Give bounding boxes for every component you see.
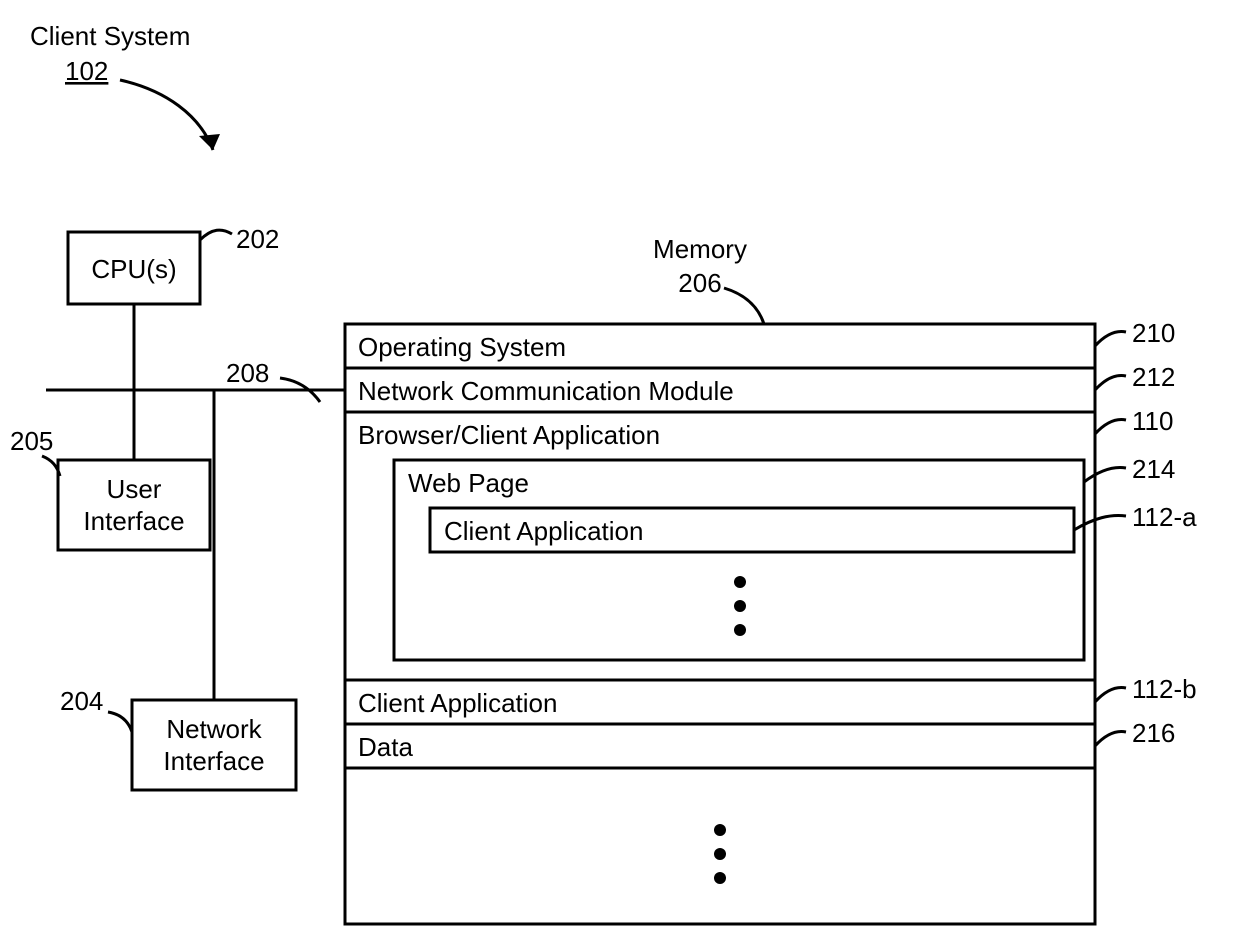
hook-212 [1095, 376, 1126, 390]
dots-webpage-1 [734, 576, 746, 588]
ui-label-1: User [107, 474, 162, 504]
row-webpage: Web Page [408, 468, 529, 498]
cpu-ref-hook [200, 230, 232, 240]
dots-memory-1 [714, 824, 726, 836]
cpu-ref: 202 [236, 224, 279, 254]
ni-ref: 204 [60, 686, 103, 716]
ui-label-2: Interface [83, 506, 184, 536]
hook-110 [1095, 420, 1126, 434]
hook-112b [1095, 688, 1126, 702]
hook-216 [1095, 732, 1126, 746]
ni-label-2: Interface [163, 746, 264, 776]
memory-label: Memory [653, 234, 747, 264]
row-client-app-outer: Client Application [358, 688, 557, 718]
cpu-label: CPU(s) [91, 254, 176, 284]
ni-label-1: Network [166, 714, 262, 744]
bus-ref: 208 [226, 358, 269, 388]
title-arrow [120, 80, 213, 150]
row-client-app-inner: Client Application [444, 516, 643, 546]
ref-112a: 112-a [1132, 502, 1197, 532]
client-system-diagram: Client System 102 CPU(s) 202 208 User In… [0, 0, 1240, 948]
ref-112b: 112-b [1132, 674, 1197, 704]
dots-memory-2 [714, 848, 726, 860]
row-data: Data [358, 732, 413, 762]
diagram-title: Client System [30, 21, 190, 51]
ref-212: 212 [1132, 362, 1175, 392]
memory-ref-hook [724, 288, 764, 324]
dots-webpage-2 [734, 600, 746, 612]
dots-webpage-3 [734, 624, 746, 636]
row-ncm: Network Communication Module [358, 376, 734, 406]
ref-210: 210 [1132, 318, 1175, 348]
ref-110: 110 [1132, 406, 1173, 436]
ref-214: 214 [1132, 454, 1175, 484]
hook-214 [1084, 468, 1126, 482]
ui-ref: 205 [10, 426, 53, 456]
memory-ref: 206 [678, 268, 721, 298]
ref-216: 216 [1132, 718, 1175, 748]
row-bca: Browser/Client Application [358, 420, 660, 450]
title-ref: 102 [65, 56, 108, 86]
hook-210 [1095, 332, 1126, 346]
ni-ref-hook [108, 712, 132, 732]
row-os: Operating System [358, 332, 566, 362]
hook-112a [1074, 516, 1126, 530]
title-arrow-head [199, 134, 220, 150]
dots-memory-3 [714, 872, 726, 884]
